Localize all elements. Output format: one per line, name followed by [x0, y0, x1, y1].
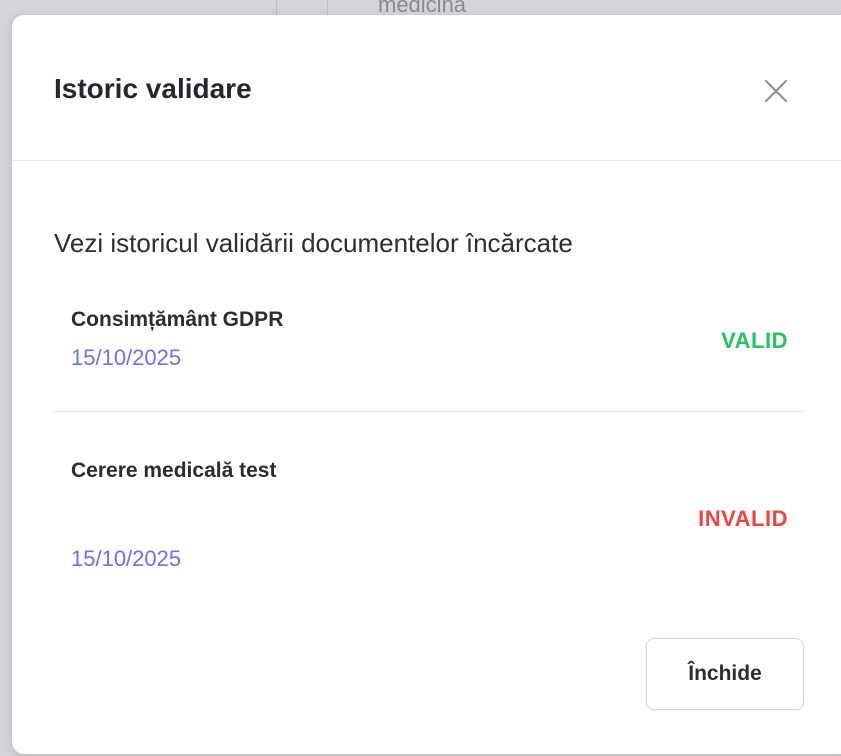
validation-history-dialog: Istoric validare Vezi istoricul validări… [12, 15, 841, 754]
document-date: 15/10/2025 [71, 546, 182, 571]
backdrop-divider [276, 0, 277, 15]
close-button[interactable]: Închide [646, 638, 804, 710]
close-icon-glyph [765, 80, 787, 102]
close-icon[interactable] [760, 75, 792, 107]
document-date: 15/10/2025 [71, 345, 182, 370]
dialog-description: Vezi istoricul validării documentelor în… [54, 228, 573, 258]
document-item: Consimțământ GDPR 15/10/2025 VALID [54, 298, 804, 412]
dialog-header: Istoric validare [12, 15, 841, 161]
document-name: Consimțământ GDPR [71, 308, 284, 331]
document-item: Cerere medicală test 15/10/2025 INVALID [54, 449, 804, 579]
dialog-title: Istoric validare [54, 73, 252, 104]
status-badge: VALID [721, 328, 788, 353]
document-name: Cerere medicală test [71, 459, 277, 482]
backdrop-divider [327, 0, 328, 15]
status-badge: INVALID [698, 506, 788, 531]
